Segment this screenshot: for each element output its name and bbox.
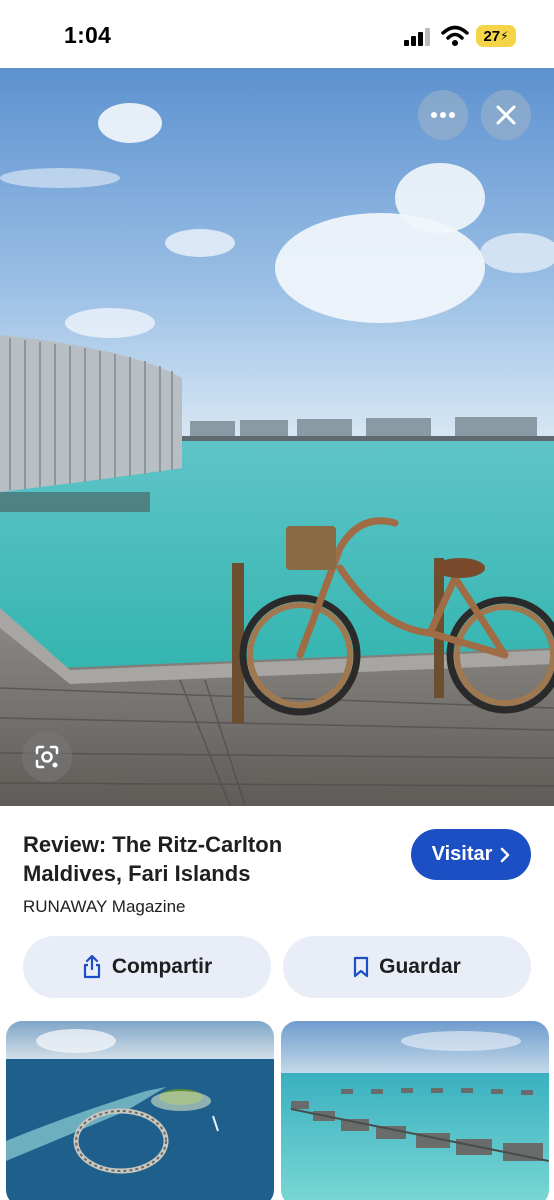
share-icon bbox=[83, 955, 100, 979]
close-icon bbox=[496, 105, 516, 125]
more-horizontal-icon bbox=[431, 112, 455, 118]
status-bar: 1:04 27 ⚡ bbox=[0, 0, 554, 68]
more-options-button[interactable] bbox=[418, 90, 468, 140]
lens-search-icon bbox=[35, 745, 59, 769]
save-label: Guardar bbox=[379, 955, 461, 978]
overwater-villas-row-photo bbox=[281, 1021, 549, 1200]
visual-search-button[interactable] bbox=[22, 732, 72, 782]
chevron-right-icon bbox=[501, 847, 510, 862]
charging-icon: ⚡ bbox=[500, 29, 509, 43]
visit-button[interactable]: Visitar bbox=[411, 829, 531, 880]
share-label: Compartir bbox=[111, 955, 213, 978]
resort-photo bbox=[0, 68, 554, 806]
result-title[interactable]: Review: The Ritz-Carlton Maldives, Fari … bbox=[23, 830, 363, 888]
related-image-1[interactable] bbox=[6, 1021, 274, 1200]
battery-indicator: 27 ⚡ bbox=[476, 25, 516, 47]
signal-icon bbox=[404, 28, 430, 46]
aerial-island-resort-photo bbox=[6, 1021, 274, 1200]
result-info-panel: Review: The Ritz-Carlton Maldives, Fari … bbox=[0, 806, 554, 1200]
result-source[interactable]: RUNAWAY Magazine bbox=[23, 897, 186, 917]
save-button[interactable]: Guardar bbox=[283, 936, 531, 998]
hero-image[interactable] bbox=[0, 68, 554, 806]
result-title-line1: Review: The Ritz-Carlton bbox=[23, 832, 283, 857]
share-button[interactable]: Compartir bbox=[23, 936, 271, 998]
related-image-2[interactable] bbox=[281, 1021, 549, 1200]
status-time: 1:04 bbox=[64, 22, 112, 48]
visit-label: Visitar bbox=[431, 843, 493, 865]
close-button[interactable] bbox=[481, 90, 531, 140]
result-title-line2: Maldives, Fari Islands bbox=[23, 861, 251, 886]
bookmark-icon bbox=[354, 956, 369, 978]
wifi-icon bbox=[441, 25, 469, 46]
battery-level: 27 bbox=[483, 27, 501, 45]
